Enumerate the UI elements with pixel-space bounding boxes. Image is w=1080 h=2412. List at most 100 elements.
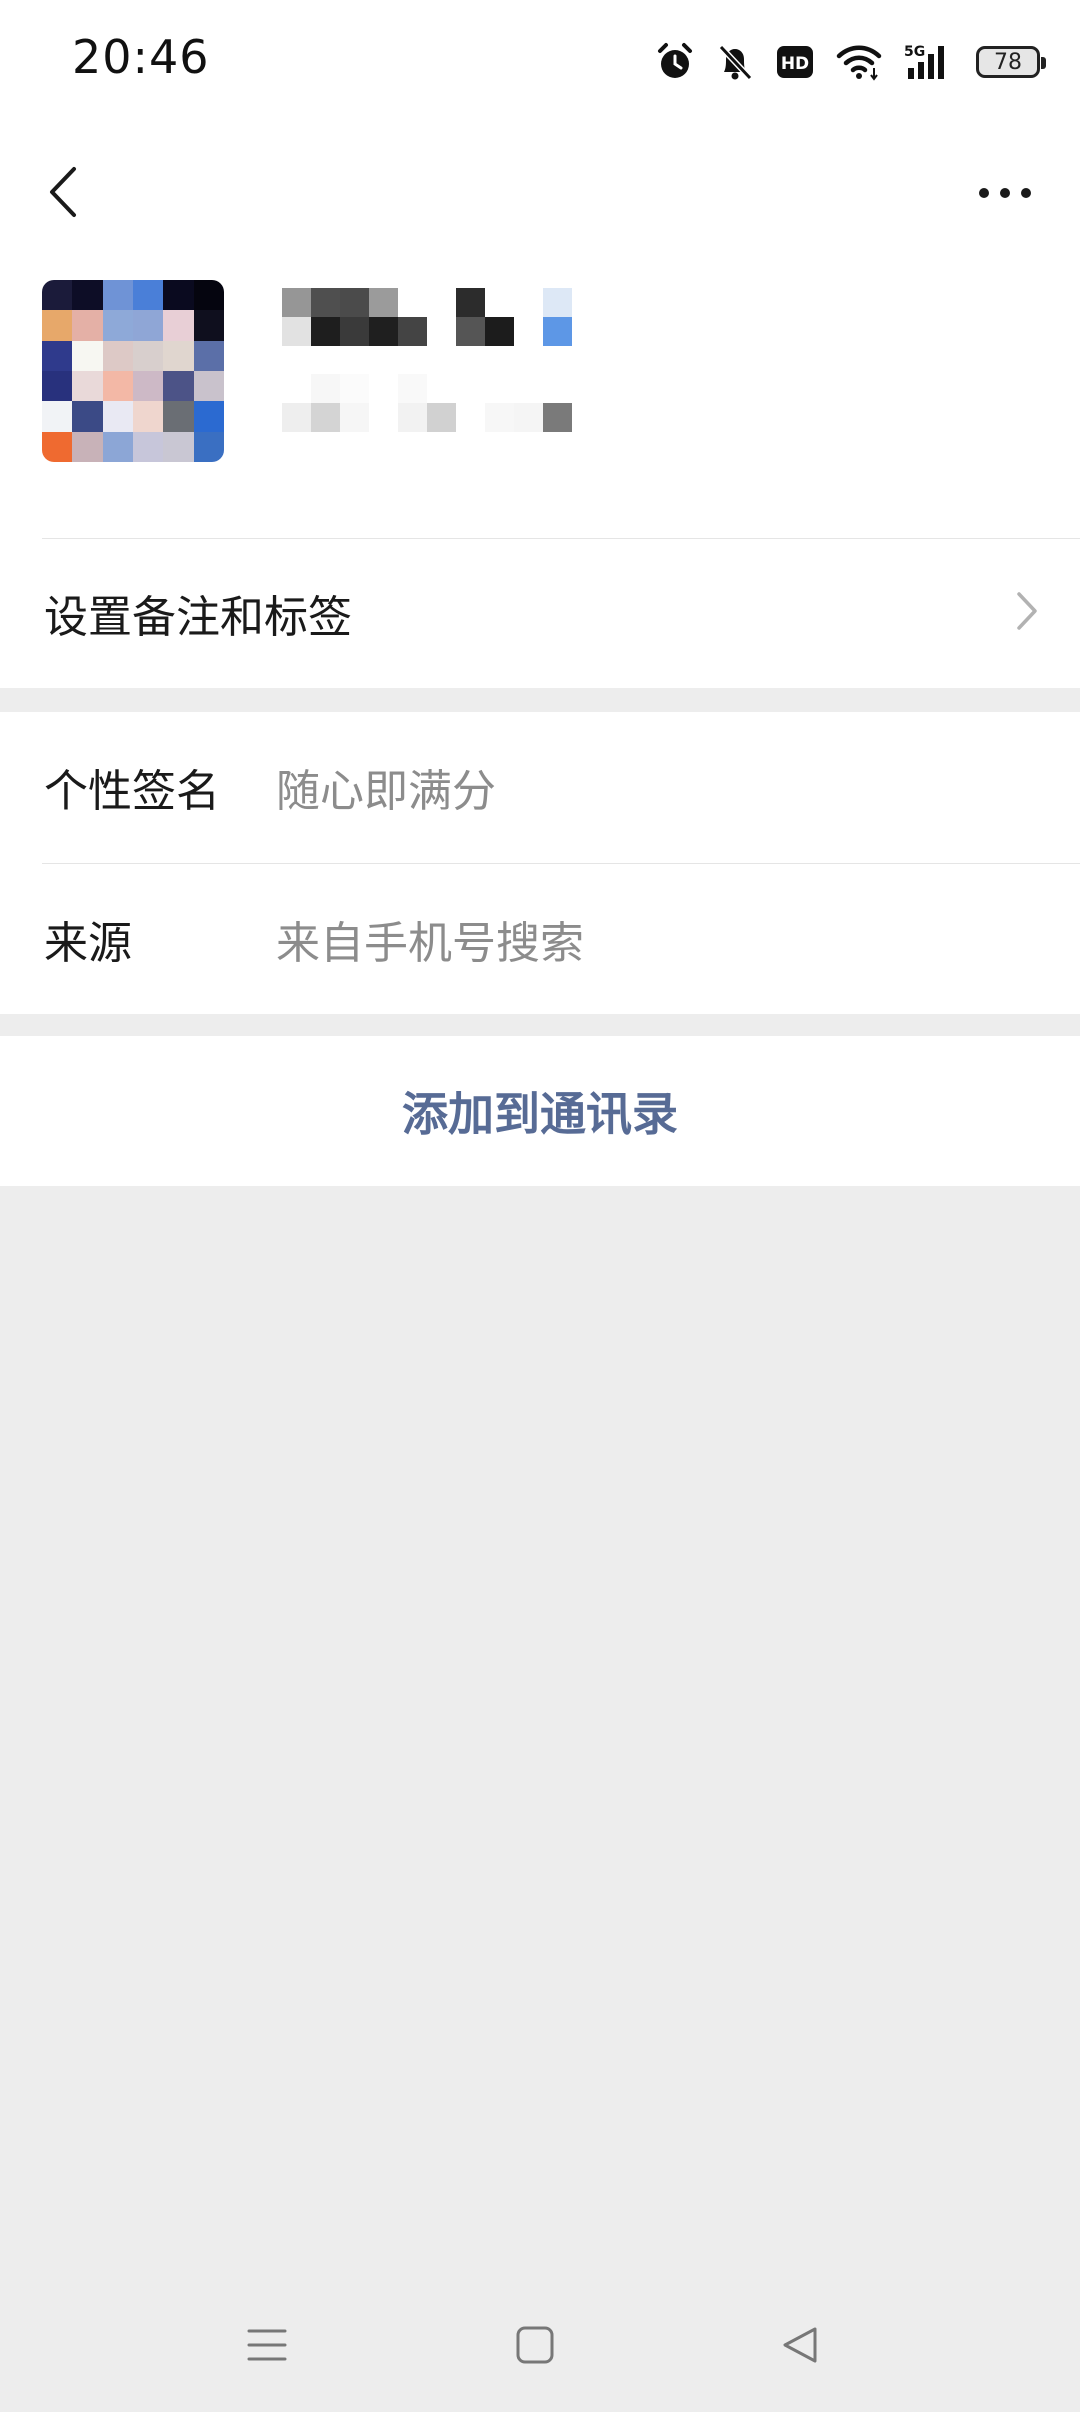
alarm-icon	[656, 42, 694, 82]
home-button[interactable]	[490, 2302, 580, 2392]
mosaic-cell	[102, 371, 133, 402]
wechat-id-pixelated	[282, 374, 572, 432]
add-to-contacts-button[interactable]: 添加到通讯录	[0, 1036, 1080, 1186]
mosaic-cell	[311, 288, 340, 317]
mosaic-cell	[340, 403, 369, 432]
mosaic-cell	[543, 317, 572, 346]
signature-value: 随心即满分	[276, 766, 496, 817]
mosaic-cell	[133, 280, 164, 311]
set-remark-label: 设置备注和标签	[44, 592, 352, 643]
mosaic-cell	[456, 374, 485, 403]
mosaic-cell	[427, 317, 456, 346]
back-button[interactable]	[28, 144, 98, 244]
source-key: 来源	[44, 918, 132, 969]
profile-card: 设置备注和标签	[0, 124, 1080, 688]
mosaic-cell	[485, 374, 514, 403]
system-nav-bar	[0, 2282, 1080, 2412]
mosaic-cell	[369, 317, 398, 346]
mosaic-cell	[543, 374, 572, 403]
source-value: 来自手机号搜索	[276, 918, 584, 969]
mosaic-cell	[133, 401, 164, 432]
mosaic-cell	[311, 403, 340, 432]
mosaic-cell	[163, 340, 194, 371]
menu-button[interactable]	[222, 2302, 312, 2392]
mosaic-cell	[398, 403, 427, 432]
network-label: 5G	[904, 44, 925, 60]
mosaic-cell	[543, 288, 572, 317]
add-to-contacts-label: 添加到通讯录	[402, 1087, 678, 1141]
mosaic-cell	[282, 288, 311, 317]
mosaic-cell	[282, 374, 311, 403]
battery-icon: 78	[976, 46, 1046, 78]
mosaic-cell	[42, 340, 73, 371]
mosaic-cell	[193, 401, 224, 432]
mosaic-cell	[514, 403, 543, 432]
mosaic-cell	[514, 374, 543, 403]
hd-label: HD	[781, 54, 809, 74]
mosaic-cell	[340, 374, 369, 403]
back-nav-button[interactable]	[756, 2302, 846, 2392]
mosaic-cell	[42, 310, 73, 341]
status-time: 20:46	[72, 30, 210, 84]
mosaic-cell	[163, 401, 194, 432]
source-row: 来源 来自手机号搜索	[0, 864, 1080, 1014]
mosaic-cell	[163, 431, 194, 462]
mosaic-cell	[427, 288, 456, 317]
mosaic-cell	[369, 288, 398, 317]
mosaic-cell	[369, 403, 398, 432]
mosaic-cell	[485, 403, 514, 432]
info-card: 个性签名 随心即满分 来源 来自手机号搜索	[0, 712, 1080, 1014]
mosaic-cell	[398, 317, 427, 346]
mosaic-cell	[72, 371, 103, 402]
nickname-pixelated	[282, 288, 572, 346]
status-icons: HD 5G 78	[656, 38, 1046, 86]
more-button[interactable]	[960, 144, 1050, 244]
mosaic-cell	[340, 317, 369, 346]
mosaic-cell	[485, 317, 514, 346]
mosaic-cell	[42, 280, 73, 311]
avatar[interactable]	[42, 280, 224, 462]
mosaic-cell	[543, 403, 572, 432]
mosaic-cell	[102, 340, 133, 371]
mosaic-cell	[133, 371, 164, 402]
mosaic-cell	[369, 374, 398, 403]
5g-signal-icon: 5G	[904, 42, 954, 82]
back-triangle-icon	[781, 2325, 821, 2369]
mute-bell-icon	[716, 42, 754, 82]
mosaic-cell	[42, 371, 73, 402]
mosaic-cell	[72, 280, 103, 311]
mosaic-cell	[133, 310, 164, 341]
chevron-left-icon	[46, 165, 80, 223]
battery-level: 78	[976, 46, 1046, 78]
wifi-icon	[836, 42, 882, 82]
mosaic-cell	[340, 288, 369, 317]
mosaic-cell	[72, 340, 103, 371]
mosaic-cell	[193, 280, 224, 311]
mosaic-cell	[193, 431, 224, 462]
mosaic-cell	[102, 431, 133, 462]
mosaic-cell	[427, 374, 456, 403]
menu-icon	[247, 2325, 287, 2369]
mosaic-cell	[193, 310, 224, 341]
mosaic-cell	[102, 401, 133, 432]
mosaic-cell	[311, 317, 340, 346]
mosaic-cell	[163, 280, 194, 311]
set-remark-row[interactable]: 设置备注和标签	[0, 539, 1080, 687]
mosaic-cell	[282, 403, 311, 432]
signature-row: 个性签名 随心即满分	[0, 712, 1080, 862]
mosaic-cell	[311, 374, 340, 403]
mosaic-cell	[42, 431, 73, 462]
hd-icon: HD	[776, 45, 814, 79]
mosaic-cell	[193, 371, 224, 402]
mosaic-cell	[133, 431, 164, 462]
home-square-icon	[515, 2325, 555, 2369]
mosaic-cell	[398, 288, 427, 317]
mosaic-cell	[398, 374, 427, 403]
mosaic-cell	[456, 317, 485, 346]
mosaic-cell	[72, 310, 103, 341]
mosaic-cell	[102, 310, 133, 341]
status-bar: 20:46 HD 5G 78	[0, 0, 1080, 124]
mosaic-cell	[102, 280, 133, 311]
phone-screen: 20:46 HD 5G 78 设置备注和标签 个性签名 随心即满分 来源 来自手…	[0, 0, 1080, 2412]
chevron-right-icon	[1016, 591, 1038, 635]
